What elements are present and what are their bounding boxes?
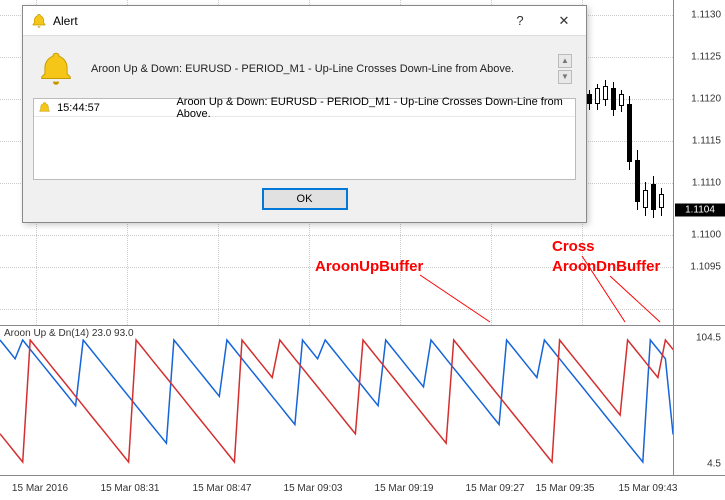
row-time: 15:44:57	[57, 102, 176, 114]
alert-message: Aroon Up & Down: EURUSD - PERIOD_M1 - Up…	[91, 63, 550, 75]
time-tick: 15 Mar 08:47	[193, 483, 252, 494]
ind-tick-low: 4.5	[707, 459, 721, 470]
indicator-pane[interactable]: Aroon Up & Dn(14) 23.0 93.0 104.5 4.5	[0, 325, 725, 475]
price-tick: 1.1125	[691, 52, 721, 63]
price-tick: 1.1115	[692, 136, 721, 147]
bell-icon	[37, 50, 75, 88]
row-message: Aroon Up & Down: EURUSD - PERIOD_M1 - Up…	[176, 96, 571, 120]
time-tick: 15 Mar 09:27	[466, 483, 525, 494]
time-tick: 15 Mar 09:43	[619, 483, 678, 494]
bell-icon	[38, 101, 51, 115]
table-row[interactable]: 15:44:57 Aroon Up & Down: EURUSD - PERIO…	[34, 99, 575, 117]
time-tick: 15 Mar 08:31	[101, 483, 160, 494]
time-tick: 15 Mar 09:19	[375, 483, 434, 494]
scroll-arrows: ▲ ▼	[558, 54, 572, 84]
annotation-cross: Cross	[552, 238, 595, 255]
close-button[interactable]: ✕	[542, 6, 586, 36]
alert-history-table[interactable]: 15:44:57 Aroon Up & Down: EURUSD - PERIO…	[33, 98, 576, 180]
scroll-down-button[interactable]: ▼	[558, 70, 572, 84]
help-button[interactable]: ?	[498, 6, 542, 36]
indicator-axis: 104.5 4.5	[673, 326, 725, 476]
price-tick: 1.1130	[691, 10, 721, 21]
current-price-tag: 1.1104	[675, 204, 725, 217]
titlebar[interactable]: Alert ? ✕	[23, 6, 586, 36]
price-axis: 1.1130 1.1125 1.1120 1.1115 1.1110 1.110…	[673, 0, 725, 325]
alert-dialog: Alert ? ✕ Aroon Up & Down: EURUSD - PERI…	[22, 5, 587, 223]
annotation-aroon-dn: AroonDnBuffer	[552, 258, 660, 275]
scroll-up-button[interactable]: ▲	[558, 54, 572, 68]
ok-button[interactable]: OK	[262, 188, 348, 210]
time-tick: 15 Mar 09:35	[536, 483, 595, 494]
time-axis: 15 Mar 2016 15 Mar 08:31 15 Mar 08:47 15…	[0, 475, 725, 500]
ind-tick-high: 104.5	[696, 333, 721, 344]
bell-icon	[31, 13, 47, 29]
dialog-title: Alert	[53, 14, 498, 28]
price-tick: 1.1100	[691, 230, 721, 241]
price-tick: 1.1095	[690, 262, 721, 273]
indicator-plot	[0, 326, 673, 475]
annotation-aroon-up: AroonUpBuffer	[315, 258, 423, 275]
time-tick: 15 Mar 2016	[12, 483, 68, 494]
price-tick: 1.1110	[692, 178, 721, 189]
time-tick: 15 Mar 09:03	[284, 483, 343, 494]
indicator-title: Aroon Up & Dn(14) 23.0 93.0	[4, 328, 134, 339]
price-tick: 1.1120	[691, 94, 721, 105]
